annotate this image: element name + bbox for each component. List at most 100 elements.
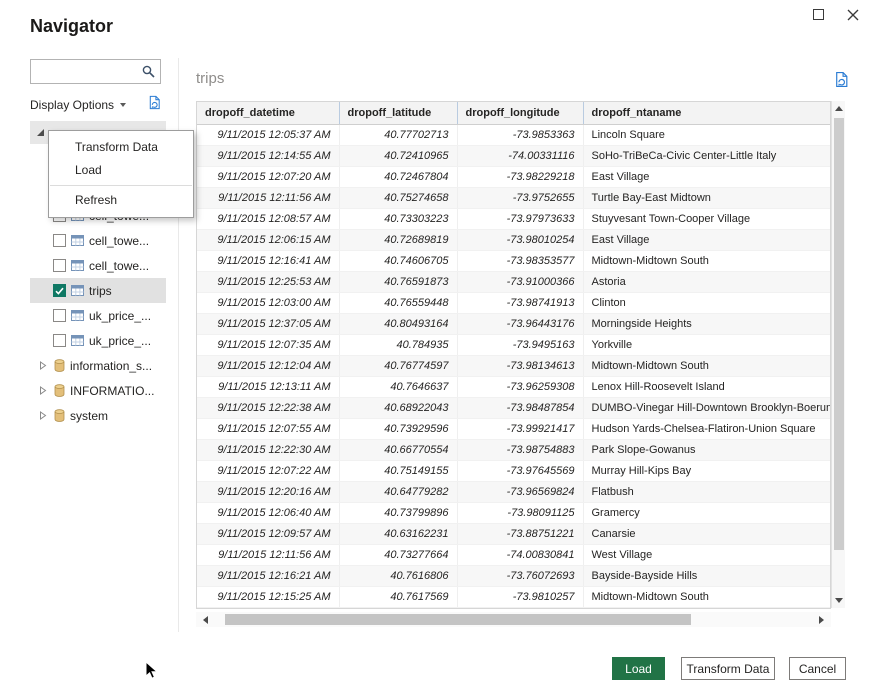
- column-header-dropoff-ntaname: dropoff_ntaname: [583, 102, 830, 124]
- cell: 9/11/2015 12:16:41 AM: [197, 250, 339, 271]
- cell: 40.784935: [339, 334, 457, 355]
- maximize-icon[interactable]: [813, 9, 824, 20]
- tree-item-informatio[interactable]: INFORMATIO...: [30, 378, 166, 403]
- cell: -73.98741913: [457, 292, 583, 313]
- cell: 9/11/2015 12:06:40 AM: [197, 502, 339, 523]
- database-icon: [54, 384, 65, 397]
- tree-item-system[interactable]: system: [30, 403, 166, 428]
- scroll-right-icon[interactable]: [814, 612, 829, 627]
- cell: 40.76774597: [339, 355, 457, 376]
- checkbox[interactable]: [53, 309, 66, 322]
- search-input[interactable]: [36, 65, 142, 79]
- cancel-button[interactable]: Cancel: [789, 657, 846, 680]
- menu-item-refresh[interactable]: Refresh: [49, 189, 193, 212]
- tree-item-information-s[interactable]: information_s...: [30, 353, 166, 378]
- horizontal-scrollbar-thumb[interactable]: [225, 614, 691, 625]
- table-row: 9/11/2015 12:07:55 AM40.73929596-73.9992…: [197, 418, 830, 439]
- tree-item-cell-towe[interactable]: cell_towe...: [30, 253, 166, 278]
- collapse-arrow-icon[interactable]: [36, 128, 46, 137]
- context-menu: Transform DataLoad Refresh: [48, 130, 194, 218]
- cell: East Village: [583, 229, 830, 250]
- cell: -73.91000366: [457, 271, 583, 292]
- table-row: 9/11/2015 12:03:00 AM40.76559448-73.9874…: [197, 292, 830, 313]
- checkbox[interactable]: [53, 334, 66, 347]
- cell: 9/11/2015 12:05:37 AM: [197, 124, 339, 145]
- cell: Bayside-Bayside Hills: [583, 565, 830, 586]
- cell: 40.64779282: [339, 481, 457, 502]
- cell: 40.74606705: [339, 250, 457, 271]
- display-options-dropdown[interactable]: Display Options: [30, 98, 126, 112]
- table-row: 9/11/2015 12:13:11 AM40.7646637-73.96259…: [197, 376, 830, 397]
- cell: -73.96569824: [457, 481, 583, 502]
- expand-arrow-icon[interactable]: [39, 361, 49, 370]
- refresh-preview-icon[interactable]: [833, 71, 850, 88]
- table-icon: [71, 235, 84, 246]
- cell: 40.72689819: [339, 229, 457, 250]
- cell: 9/11/2015 12:22:30 AM: [197, 439, 339, 460]
- cell: Lincoln Square: [583, 124, 830, 145]
- checkbox[interactable]: [53, 234, 66, 247]
- tree-item-uk-price[interactable]: uk_price_...: [30, 303, 166, 328]
- tree-item-label: system: [70, 409, 108, 423]
- menu-item-load[interactable]: Load: [49, 159, 193, 182]
- expand-arrow-icon[interactable]: [39, 411, 49, 420]
- cell: Yorkville: [583, 334, 830, 355]
- cell: SoHo-TriBeCa-Civic Center-Little Italy: [583, 145, 830, 166]
- mouse-cursor-icon: [145, 661, 158, 685]
- scroll-left-icon[interactable]: [198, 612, 213, 627]
- tree-item-label: uk_price_...: [89, 309, 151, 323]
- close-icon[interactable]: [846, 8, 859, 21]
- cell: -74.00331116: [457, 145, 583, 166]
- transform-data-button[interactable]: Transform Data: [681, 657, 775, 680]
- cell: 9/11/2015 12:20:16 AM: [197, 481, 339, 502]
- cell: 40.63162231: [339, 523, 457, 544]
- cell: Hudson Yards-Chelsea-Flatiron-Union Squa…: [583, 418, 830, 439]
- tree-item-cell-towe[interactable]: cell_towe...: [30, 228, 166, 253]
- column-header-dropoff-latitude: dropoff_latitude: [339, 102, 457, 124]
- cell: 9/11/2015 12:11:56 AM: [197, 544, 339, 565]
- cell: -73.99921417: [457, 418, 583, 439]
- menu-separator: [50, 185, 192, 186]
- column-header-dropoff-longitude: dropoff_longitude: [457, 102, 583, 124]
- column-header-dropoff-datetime: dropoff_datetime: [197, 102, 339, 124]
- table-row: 9/11/2015 12:11:56 AM40.73277664-74.0083…: [197, 544, 830, 565]
- cell: 40.80493164: [339, 313, 457, 334]
- cell: -73.76072693: [457, 565, 583, 586]
- expand-arrow-icon[interactable]: [39, 386, 49, 395]
- scroll-up-icon[interactable]: [832, 101, 846, 116]
- search-box[interactable]: [30, 59, 161, 84]
- table-icon: [71, 335, 84, 346]
- table-row: 9/11/2015 12:07:22 AM40.75149155-73.9764…: [197, 460, 830, 481]
- vertical-scrollbar[interactable]: [831, 101, 845, 608]
- cell: 9/11/2015 12:22:38 AM: [197, 397, 339, 418]
- table-row: 9/11/2015 12:08:57 AM40.73303223-73.9797…: [197, 208, 830, 229]
- tree-item-uk-price[interactable]: uk_price_...: [30, 328, 166, 353]
- checkbox[interactable]: [53, 284, 66, 297]
- database-icon: [54, 409, 65, 422]
- cell: Midtown-Midtown South: [583, 586, 830, 607]
- table-icon: [71, 310, 84, 321]
- cell: 40.76591873: [339, 271, 457, 292]
- scroll-down-icon[interactable]: [832, 593, 846, 608]
- refresh-icon[interactable]: [147, 95, 163, 111]
- cell: Midtown-Midtown South: [583, 250, 830, 271]
- cell: 40.7616806: [339, 565, 457, 586]
- tree-item-label: cell_towe...: [89, 259, 149, 273]
- load-button[interactable]: Load: [612, 657, 665, 680]
- cell: -73.9752655: [457, 187, 583, 208]
- menu-item-transform-data[interactable]: Transform Data: [49, 136, 193, 159]
- checkbox[interactable]: [53, 259, 66, 272]
- tree-item-trips[interactable]: trips: [30, 278, 166, 303]
- horizontal-scrollbar[interactable]: [196, 612, 831, 627]
- cell: Lenox Hill-Roosevelt Island: [583, 376, 830, 397]
- table-row: 9/11/2015 12:07:20 AM40.72467804-73.9822…: [197, 166, 830, 187]
- cell: 40.73799896: [339, 502, 457, 523]
- table-row: 9/11/2015 12:37:05 AM40.80493164-73.9644…: [197, 313, 830, 334]
- cell: -73.98353577: [457, 250, 583, 271]
- cell: 40.77702713: [339, 124, 457, 145]
- cell: -73.96259308: [457, 376, 583, 397]
- cell: DUMBO-Vinegar Hill-Downtown Brooklyn-Boe…: [583, 397, 830, 418]
- vertical-scrollbar-thumb[interactable]: [834, 118, 844, 550]
- cell: 9/11/2015 12:15:25 AM: [197, 586, 339, 607]
- cell: Clinton: [583, 292, 830, 313]
